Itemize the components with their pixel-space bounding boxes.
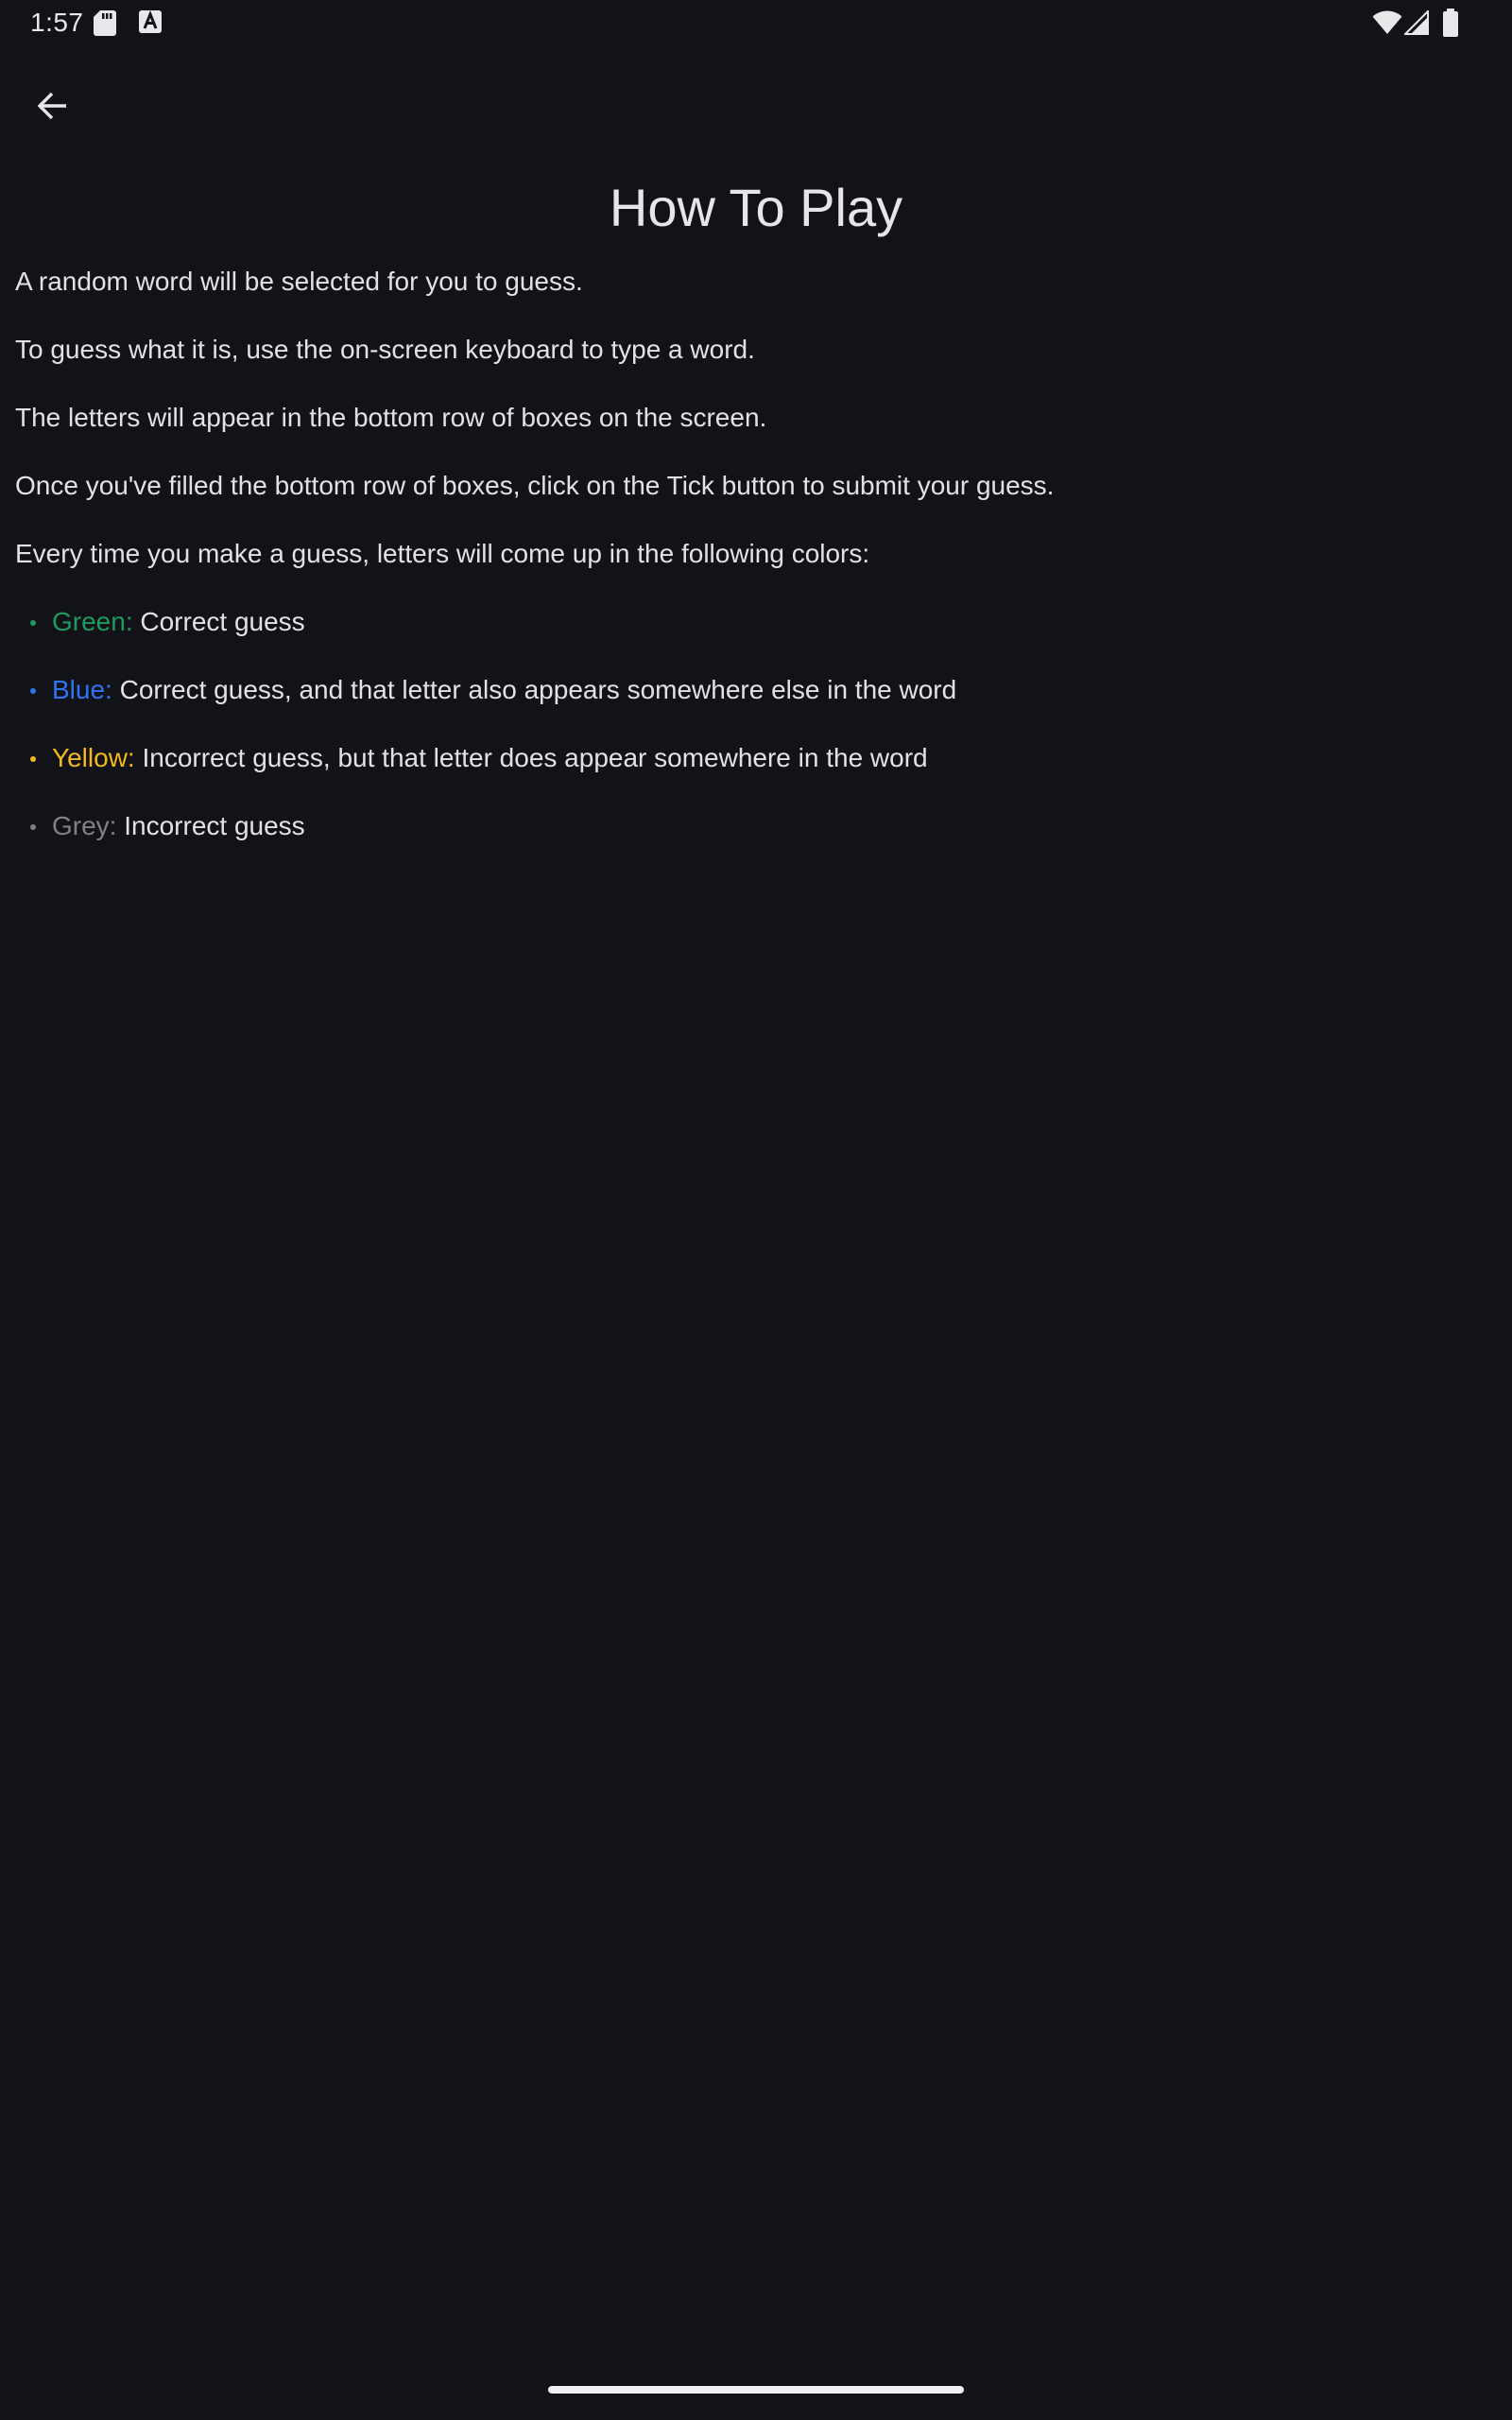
color-description: Correct guess [140, 607, 305, 636]
color-label-green: Green: [52, 607, 133, 636]
instruction-paragraph: To guess what it is, use the on-screen k… [15, 335, 755, 364]
color-legend-item-grey: Grey: Incorrect guess [15, 807, 1489, 845]
instruction-paragraph: Once you've filled the bottom row of box… [15, 471, 1055, 500]
color-legend-item-green: Green: Correct guess [15, 603, 1489, 641]
color-description: Incorrect guess, but that letter does ap… [142, 743, 928, 772]
instruction-paragraph: A random word will be selected for you t… [15, 267, 583, 296]
color-description: Correct guess, and that letter also appe… [119, 675, 957, 704]
instruction-paragraph: Every time you make a guess, letters wil… [15, 539, 870, 568]
color-legend-list: Green: Correct guess Blue: Correct guess… [15, 603, 1489, 845]
color-label-blue: Blue: [52, 675, 112, 704]
sd-card-icon [94, 10, 116, 36]
back-button[interactable] [23, 76, 83, 136]
color-label-grey: Grey: [52, 811, 117, 840]
instructions-content: A random word will be selected for you t… [15, 263, 1489, 875]
bullet-icon [30, 620, 36, 626]
bullet-icon [30, 824, 36, 830]
battery-icon [1443, 9, 1458, 37]
page-title: How To Play [609, 178, 903, 237]
color-legend-item-blue: Blue: Correct guess, and that letter als… [15, 671, 1489, 709]
color-label-yellow: Yellow: [52, 743, 135, 772]
bullet-icon [30, 688, 36, 694]
a-notification-icon [139, 9, 162, 33]
instruction-paragraph: The letters will appear in the bottom ro… [15, 403, 767, 432]
bullet-icon [30, 756, 36, 762]
signal-icon [1404, 10, 1429, 35]
status-time: 1:57 [30, 8, 84, 37]
status-bar: 1:57 [0, 0, 1512, 45]
wifi-icon [1372, 10, 1402, 34]
arrow-back-icon [37, 92, 66, 120]
home-gesture-bar[interactable] [548, 2386, 964, 2394]
color-description: Incorrect guess [124, 811, 305, 840]
color-legend-item-yellow: Yellow: Incorrect guess, but that letter… [15, 739, 1489, 777]
